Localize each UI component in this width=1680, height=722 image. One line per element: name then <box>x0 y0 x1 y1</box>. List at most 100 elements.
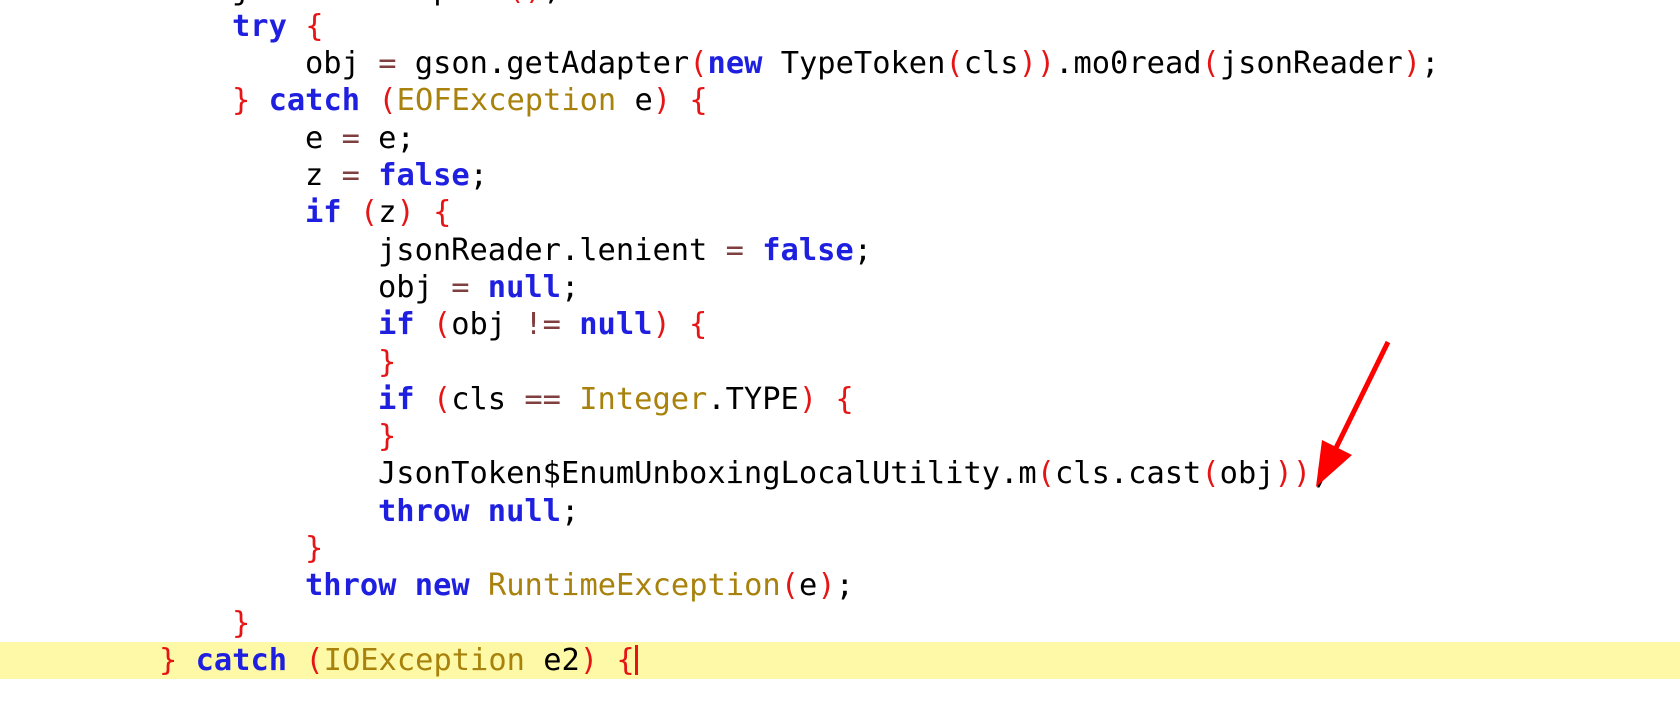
code-line-text: } <box>378 344 396 381</box>
operator-token: = <box>725 232 744 268</box>
identifier-token: obj <box>305 46 379 82</box>
operator-token: = <box>341 120 360 156</box>
identifier-token <box>177 643 195 678</box>
bracket-token: } <box>378 344 397 380</box>
code-line-current[interactable]: } catch (IOException e2) { <box>0 641 1680 680</box>
code-line-text: throw new RuntimeException(e); <box>305 567 854 604</box>
identifier-token: z <box>378 195 397 231</box>
code-line[interactable]: jsonReader.lenient = false; <box>0 232 1680 269</box>
identifier-token: obj <box>378 269 452 305</box>
identifier-token <box>342 195 360 230</box>
identifier-token: ; <box>560 269 580 305</box>
code-line-text: if (z) { <box>305 194 451 231</box>
code-line[interactable]: } catch (EOFException e) { <box>0 82 1680 119</box>
identifier-token: JsonToken$EnumUnboxingLocalUtility.m <box>378 456 1037 492</box>
identifier-token <box>470 568 488 603</box>
code-line-text: e = e; <box>305 120 415 157</box>
code-line[interactable]: throw null; <box>0 493 1680 530</box>
code-line[interactable]: if (obj != null) { <box>0 306 1680 343</box>
identifier-token <box>360 83 378 118</box>
type-token: IOException <box>323 642 525 678</box>
keyword-token: null <box>579 307 653 343</box>
bracket-token: ) <box>1402 46 1422 82</box>
code-line-text: } <box>378 418 396 455</box>
code-line[interactable]: } <box>0 605 1680 642</box>
code-line[interactable]: } <box>0 418 1680 455</box>
identifier-token: jsonReader.lenient <box>378 232 726 268</box>
identifier-token <box>287 643 305 678</box>
identifier-token: e2 <box>524 642 580 678</box>
code-line[interactable]: if (z) { <box>0 194 1680 231</box>
bracket-token: )) <box>1018 46 1056 82</box>
keyword-token: null <box>487 269 561 305</box>
bracket-token: { <box>305 8 324 44</box>
code-line-text: JsonToken$EnumUnboxingLocalUtility.m(cls… <box>378 455 1329 492</box>
code-line-text: } catch (IOException e2) { <box>159 642 638 679</box>
bracket-token: ( <box>689 46 708 82</box>
identifier-token: gson.getAdapter <box>396 46 690 82</box>
bracket-token: )) <box>1274 456 1312 492</box>
identifier-token: ; <box>835 568 854 604</box>
operator-token: = <box>378 46 397 82</box>
keyword-token: catch <box>195 642 288 678</box>
code-line-text: obj = gson.getAdapter(new TypeToken(cls)… <box>305 45 1439 82</box>
bracket-token: ( <box>378 83 397 119</box>
code-line[interactable]: try { <box>0 8 1680 45</box>
bracket-token: ( <box>1201 46 1220 82</box>
identifier-token <box>671 307 689 342</box>
code-line[interactable]: } <box>0 344 1680 381</box>
bracket-token: { <box>689 307 708 343</box>
code-line-text: throw null; <box>378 493 579 530</box>
keyword-token: null <box>487 493 561 529</box>
bracket-token: } <box>159 642 178 678</box>
code-line-text: obj = null; <box>378 269 579 306</box>
bracket-token: ( <box>780 568 800 604</box>
identifier-token: ; <box>543 0 561 7</box>
keyword-token: throw <box>305 568 397 604</box>
code-line[interactable]: obj = null; <box>0 269 1680 306</box>
keyword-token: try <box>232 8 287 44</box>
code-line-text: jsonReader.peek(); <box>232 0 561 8</box>
bracket-token: () <box>506 0 543 7</box>
code-line-text: } <box>305 530 323 567</box>
bracket-token: ( <box>1036 456 1055 492</box>
identifier-token <box>415 195 433 230</box>
code-line[interactable]: obj = gson.getAdapter(new TypeToken(cls)… <box>0 45 1680 82</box>
operator-token: != <box>524 307 561 343</box>
identifier-token: ; <box>1421 46 1440 82</box>
operator-token: = <box>341 158 360 193</box>
identifier-token: jsonReader <box>1219 46 1403 82</box>
bracket-token: ) <box>652 307 671 343</box>
identifier-token <box>396 568 414 603</box>
code-line[interactable]: } <box>0 530 1680 567</box>
identifier-token: .mo0read <box>1055 46 1202 82</box>
identifier-token <box>598 643 616 678</box>
identifier-token <box>360 158 378 193</box>
type-token: Integer <box>579 381 708 417</box>
identifier-token: e <box>616 83 653 119</box>
code-line[interactable]: e = e; <box>0 120 1680 157</box>
text-cursor <box>634 644 638 675</box>
code-line[interactable]: JsonToken$EnumUnboxingLocalUtility.m(cls… <box>0 455 1680 492</box>
keyword-token: if <box>305 195 342 231</box>
identifier-token <box>469 494 487 529</box>
identifier-token: cls <box>451 381 525 417</box>
code-line[interactable]: z = false; <box>0 157 1680 194</box>
keyword-token: new <box>707 46 763 82</box>
bracket-token: } <box>232 83 251 119</box>
identifier-token: ; <box>1311 456 1330 492</box>
code-line[interactable]: if (cls == Integer.TYPE) { <box>0 381 1680 418</box>
code-line-text: } catch (EOFException e) { <box>232 82 708 119</box>
code-line[interactable]: jsonReader.peek(); <box>0 0 1680 8</box>
code-line-text: jsonReader.lenient = false; <box>378 232 872 269</box>
keyword-token: throw <box>378 493 470 529</box>
code-line[interactable]: throw new RuntimeException(e); <box>0 567 1680 604</box>
identifier-token: ; <box>560 493 580 529</box>
code-line-text: z = false; <box>305 157 488 194</box>
bracket-token: { <box>616 642 635 678</box>
bracket-token: ) <box>817 568 836 604</box>
code-line-text: try { <box>232 8 323 45</box>
code-line-text: if (cls == Integer.TYPE) { <box>378 381 854 418</box>
identifier-token: cls <box>963 46 1019 82</box>
code-editor[interactable]: jsonReader.peek();try {obj = gson.getAda… <box>0 0 1680 722</box>
